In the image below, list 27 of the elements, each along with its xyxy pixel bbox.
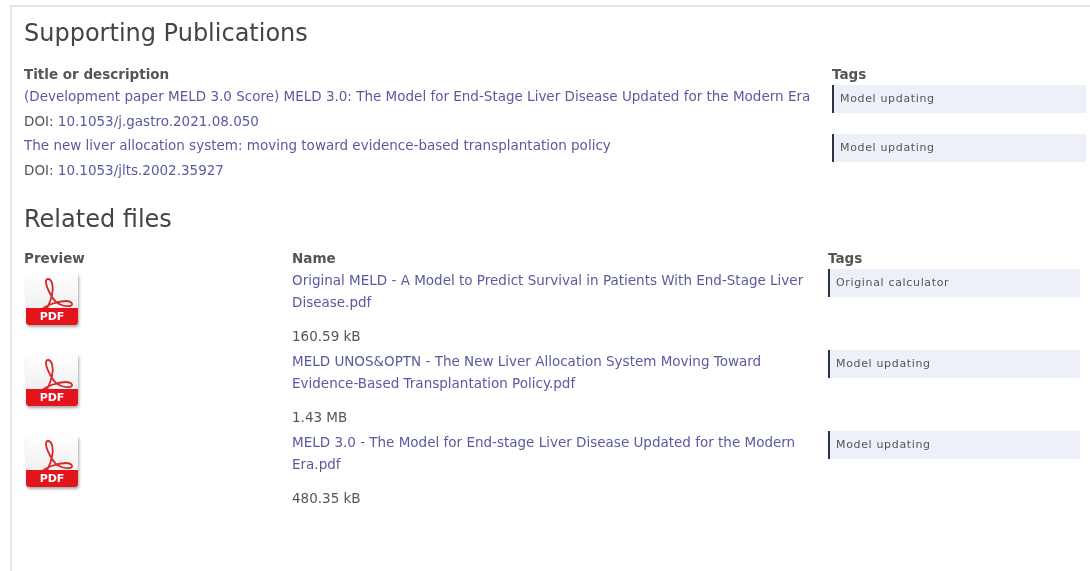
tag: Original calculator [828,269,1080,297]
pdf-icon: PDF [26,273,78,325]
doi-label: DOI: [24,162,55,178]
tag: Model updating [832,85,1086,113]
tag: Model updating [828,350,1080,378]
doi-link[interactable]: 10.1053/j.gastro.2021.08.050 [57,113,259,129]
doi-label: DOI: [24,113,55,129]
column-header: Preview [24,249,86,268]
file-link[interactable]: MELD UNOS&OPTN - The New Liver Allocation System Moving Toward Evidence-Based Transplantation Policy.pdf [292,350,822,394]
doi-link[interactable]: 10.1053/jlts.2002.35927 [57,162,224,178]
tag: Model updating [832,134,1086,162]
file-link[interactable]: MELD 3.0 - The Model for End-stage Liver Disease Updated for the Modern Era.pdf [292,431,822,475]
publication-link[interactable]: The new liver allocation system: moving toward evidence-based transplantation policy [24,134,822,157]
file-size: 480.35 kB [292,489,362,508]
file-link[interactable]: Original MELD - A Model to Predict Survival in Patients With End-Stage Liver Disease.pdf [292,269,822,313]
pdf-icon: PDF [26,435,78,487]
column-header: Tags [828,249,863,268]
section-title: Supporting Publications [24,18,309,49]
file-size: 1.43 MB [292,408,349,427]
pdf-icon: PDF [26,354,78,406]
tag: Model updating [828,431,1080,459]
column-header: Name [292,249,337,268]
section-title: Related files [24,204,173,235]
column-header: Title or description [24,65,171,84]
publication-link[interactable]: (Development paper MELD 3.0 Score) MELD 3.0: The Model for End-Stage Liver Disease Updated for the Modern Era [24,85,822,108]
column-header: Tags [832,65,867,84]
file-size: 160.59 kB [292,327,362,346]
